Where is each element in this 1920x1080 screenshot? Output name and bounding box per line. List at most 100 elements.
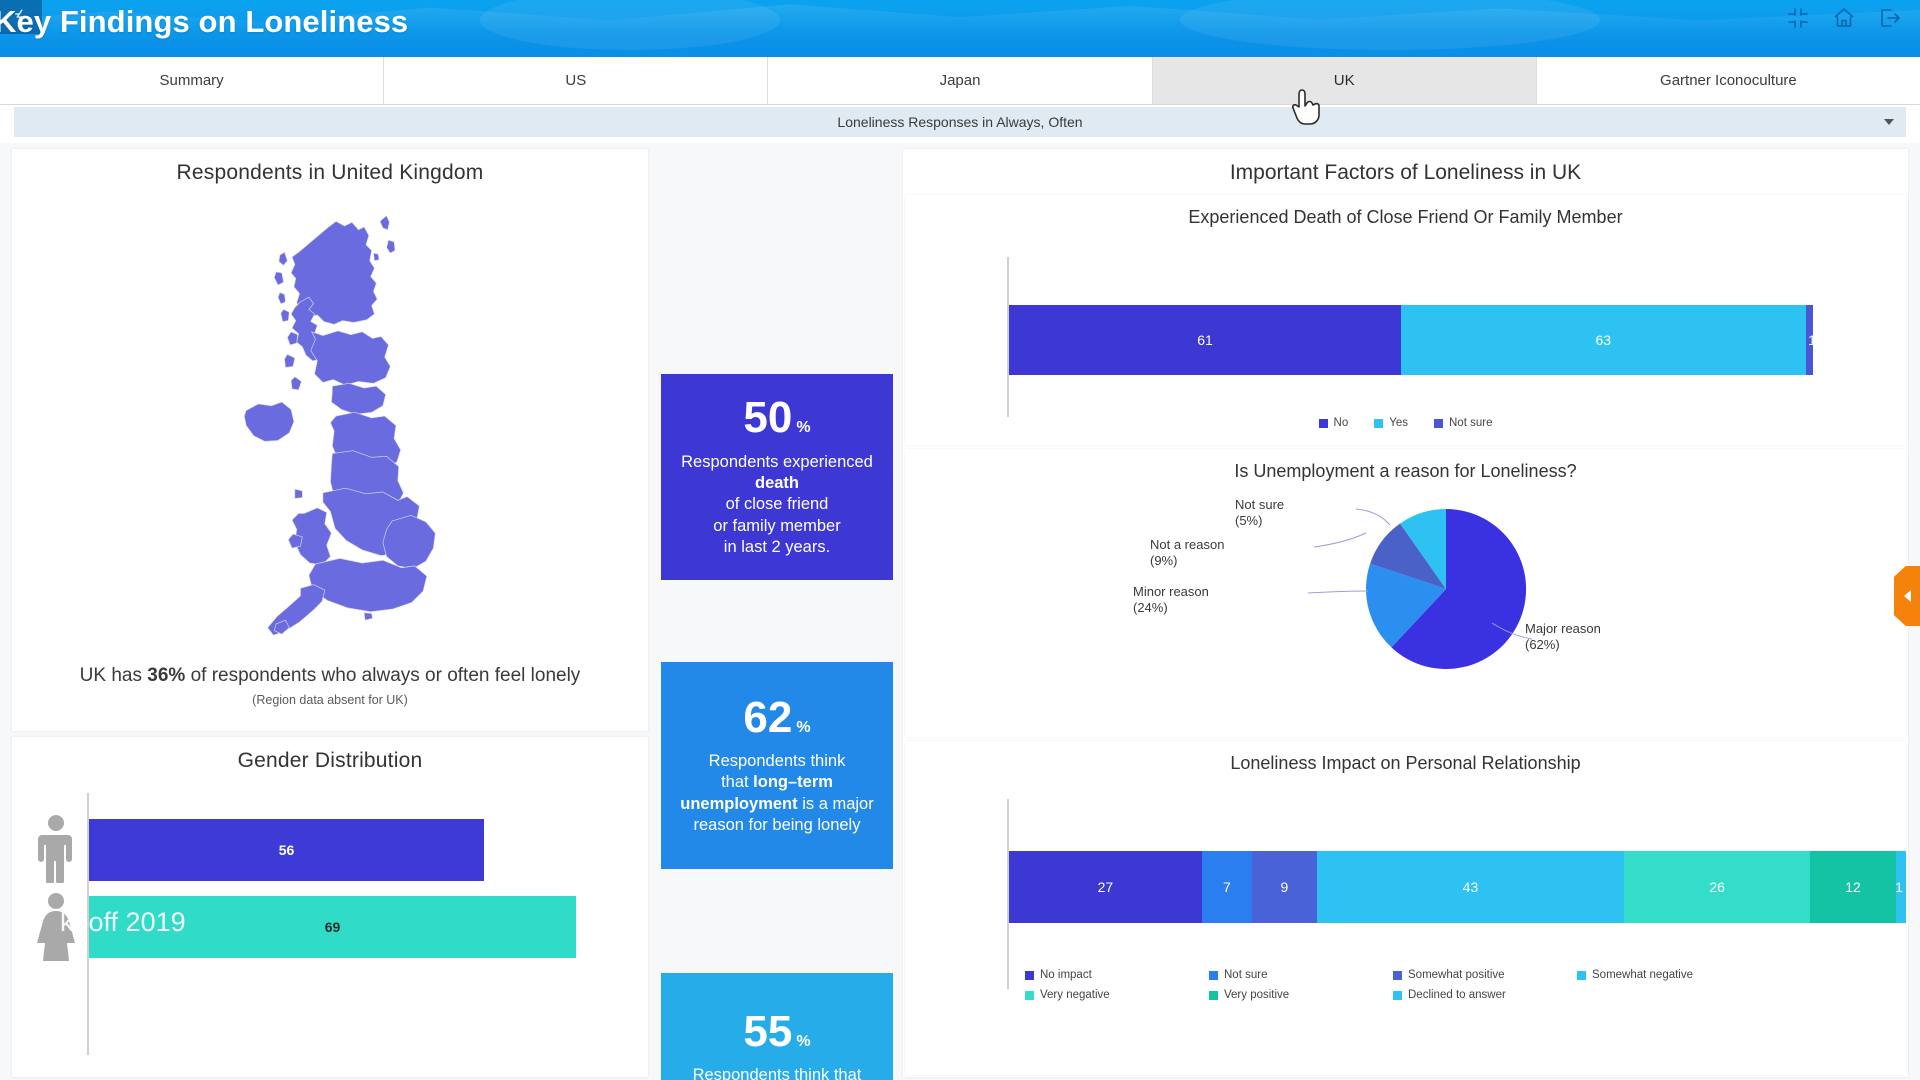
legend-label-declined: Declined to answer bbox=[1408, 989, 1506, 1001]
legend-swatch-somewhat-negative bbox=[1577, 970, 1586, 980]
uk-map-svg bbox=[243, 215, 436, 636]
impact-segment-very-negative[interactable]: 26 bbox=[1624, 851, 1810, 923]
impact-value-not-sure: 7 bbox=[1223, 879, 1231, 895]
impact-value-declined: 1 bbox=[1895, 879, 1903, 895]
gender-bar-male-value: 56 bbox=[278, 842, 295, 858]
impact-segment-somewhat-positive[interactable]: 9 bbox=[1252, 851, 1317, 923]
chevron-down-icon[interactable] bbox=[1884, 119, 1894, 125]
filter-dropdown[interactable]: Loneliness Responses in Always, Often bbox=[14, 107, 1906, 137]
factors-panel: Important Factors of Loneliness in UK Ex… bbox=[903, 149, 1908, 1077]
tab-gartner-iconoculture[interactable]: Gartner Iconoculture bbox=[1536, 57, 1920, 104]
legend-item-very-positive[interactable]: Very positive bbox=[1209, 989, 1359, 1001]
gender-bar-female-value: 69 bbox=[324, 919, 341, 935]
kpi-card-death[interactable]: 50 % Respondents experienced death of cl… bbox=[661, 374, 893, 580]
pie-label-major-reason: Major reason (62%) bbox=[1525, 621, 1601, 653]
pie-leader-minor-reason bbox=[1307, 590, 1368, 594]
legend-label-somewhat-negative: Somewhat negative bbox=[1592, 969, 1694, 981]
impact-segment-no-impact[interactable]: 27 bbox=[1009, 851, 1202, 923]
legend-label-somewhat-positive: Somewhat positive bbox=[1408, 969, 1505, 981]
chevron-left-icon bbox=[1903, 590, 1911, 602]
kpi-unemployment-value: 62 bbox=[743, 692, 793, 742]
impact-segment-not-sure[interactable]: 7 bbox=[1201, 851, 1253, 923]
death-segment-yes-value: 63 bbox=[1595, 332, 1612, 348]
kpi-unemployment-unit: % bbox=[796, 718, 811, 736]
tab-summary[interactable]: Summary bbox=[0, 57, 385, 104]
death-experience-chart: Experienced Death of Close Friend Or Fam… bbox=[905, 195, 1906, 445]
legend-item-no[interactable]: No bbox=[1318, 417, 1348, 429]
death-segment-yes[interactable]: 63 bbox=[1400, 305, 1806, 375]
map-subcaption: (Region data absent for UK) bbox=[252, 693, 408, 707]
pie-leader-not-a-reason bbox=[1313, 532, 1366, 548]
expand-panel-tab[interactable] bbox=[1894, 566, 1920, 626]
gender-chart-plot: 56 69 keoff 2019 bbox=[12, 783, 648, 1073]
legend-item-not-sure-2[interactable]: Not sure bbox=[1209, 969, 1359, 981]
gender-chart-title: Gender Distribution bbox=[237, 749, 423, 772]
kpi-relationship-line1: Respondents think that bbox=[692, 1065, 862, 1080]
relationship-chart-stacked-bar[interactable]: 27 7 9 43 26 12 1 bbox=[1009, 851, 1906, 923]
impact-segment-very-positive[interactable]: 12 bbox=[1809, 851, 1897, 923]
impact-value-very-negative: 26 bbox=[1709, 879, 1725, 895]
impact-value-somewhat-positive: 9 bbox=[1280, 879, 1289, 895]
dashboard-canvas: Respondents in United Kingdom UK has 36%… bbox=[0, 143, 1920, 1080]
kpi-card-unemployment[interactable]: 62 % Respondents think that long–term un… bbox=[661, 662, 893, 869]
kpi-unemployment-line2-bold: long–term bbox=[753, 773, 833, 792]
legend-item-somewhat-negative[interactable]: Somewhat negative bbox=[1577, 969, 1727, 981]
tab-us[interactable]: US bbox=[384, 57, 769, 104]
kpi-unemployment-line2: that bbox=[721, 773, 754, 792]
kpi-death-line1: Respondents experienced bbox=[681, 452, 873, 471]
kpi-card-relationship[interactable]: 55 % Respondents think that feeling lone… bbox=[661, 973, 893, 1080]
uk-map-graphic[interactable] bbox=[12, 197, 648, 667]
legend-swatch-no-impact bbox=[1025, 970, 1034, 980]
legend-item-very-negative[interactable]: Very negative bbox=[1025, 989, 1175, 1001]
kpi-unemployment-line4: reason for being lonely bbox=[693, 816, 861, 835]
legend-label-very-negative: Very negative bbox=[1040, 989, 1110, 1001]
legend-item-somewhat-positive[interactable]: Somewhat positive bbox=[1393, 969, 1543, 981]
header-cloud-decoration bbox=[1180, 0, 1600, 50]
legend-swatch-somewhat-positive bbox=[1393, 970, 1402, 980]
relationship-chart-legend: No impact Not sure Somewhat positive Som… bbox=[1025, 969, 1785, 1001]
kpi-unemployment-description: Respondents think that long–term unemplo… bbox=[680, 751, 873, 837]
home-icon[interactable] bbox=[1832, 6, 1856, 30]
impact-value-somewhat-negative: 43 bbox=[1462, 879, 1479, 895]
kpi-death-value: 50 bbox=[743, 393, 793, 443]
exit-icon[interactable] bbox=[1878, 6, 1902, 30]
map-caption-prefix: UK has bbox=[79, 665, 148, 686]
app-header: Key Findings on Loneliness bbox=[0, 0, 1920, 57]
legend-swatch-not-sure bbox=[1434, 418, 1443, 428]
kpi-unemployment-number: 62 % bbox=[743, 692, 811, 742]
filter-label: Loneliness Responses in Always, Often bbox=[837, 114, 1083, 130]
legend-swatch-very-negative bbox=[1025, 990, 1034, 1000]
unemployment-reason-chart: Is Unemployment a reason for Loneliness? bbox=[905, 449, 1906, 737]
death-segment-no[interactable]: 61 bbox=[1009, 305, 1401, 375]
impact-segment-somewhat-negative[interactable]: 43 bbox=[1316, 851, 1625, 923]
header-cloud-decoration bbox=[480, 0, 780, 50]
kpi-death-description: Respondents experienced death of close f… bbox=[681, 452, 873, 559]
legend-item-no-impact[interactable]: No impact bbox=[1025, 969, 1175, 981]
legend-item-declined[interactable]: Declined to answer bbox=[1393, 989, 1543, 1001]
legend-swatch-very-positive bbox=[1209, 990, 1218, 1000]
tab-uk[interactable]: UK bbox=[1152, 57, 1537, 104]
kpi-relationship-value: 55 bbox=[743, 1006, 793, 1056]
tab-japan[interactable]: Japan bbox=[768, 57, 1153, 104]
gender-bar-female[interactable]: 69 bbox=[89, 896, 576, 958]
impact-value-very-positive: 12 bbox=[1845, 879, 1861, 895]
relationship-impact-chart: Loneliness Impact on Personal Relationsh… bbox=[905, 741, 1906, 1075]
death-chart-stacked-bar[interactable]: 61 63 1 bbox=[1009, 305, 1906, 375]
death-chart-legend: No Yes Not sure bbox=[905, 417, 1906, 429]
kpi-relationship-description: Respondents think that feeling lonely ha… bbox=[677, 1065, 876, 1080]
unemployment-pie-wrap: Not sure (5%) Not a reason (9%) Minor reas… bbox=[905, 489, 1906, 729]
pie-leader-not-sure bbox=[1355, 508, 1390, 526]
male-figure-icon bbox=[30, 813, 82, 883]
pie-label-not-a-reason: Not a reason (9%) bbox=[1150, 537, 1225, 569]
impact-segment-declined[interactable]: 1 bbox=[1895, 851, 1906, 923]
legend-label-no-impact: No impact bbox=[1040, 969, 1092, 981]
map-panel-title: Respondents in United Kingdom bbox=[176, 161, 484, 184]
gender-bar-male[interactable]: 56 bbox=[89, 819, 484, 881]
unemployment-chart-title: Is Unemployment a reason for Loneliness? bbox=[1234, 461, 1577, 481]
pie-label-minor-reason: Minor reason (24%) bbox=[1133, 584, 1209, 616]
legend-item-yes[interactable]: Yes bbox=[1374, 417, 1408, 429]
legend-item-not-sure[interactable]: Not sure bbox=[1434, 417, 1492, 429]
kpi-death-line3: of close friend bbox=[725, 495, 829, 514]
fit-to-screen-icon[interactable] bbox=[1786, 6, 1810, 30]
legend-label-not-sure-2: Not sure bbox=[1224, 969, 1268, 981]
